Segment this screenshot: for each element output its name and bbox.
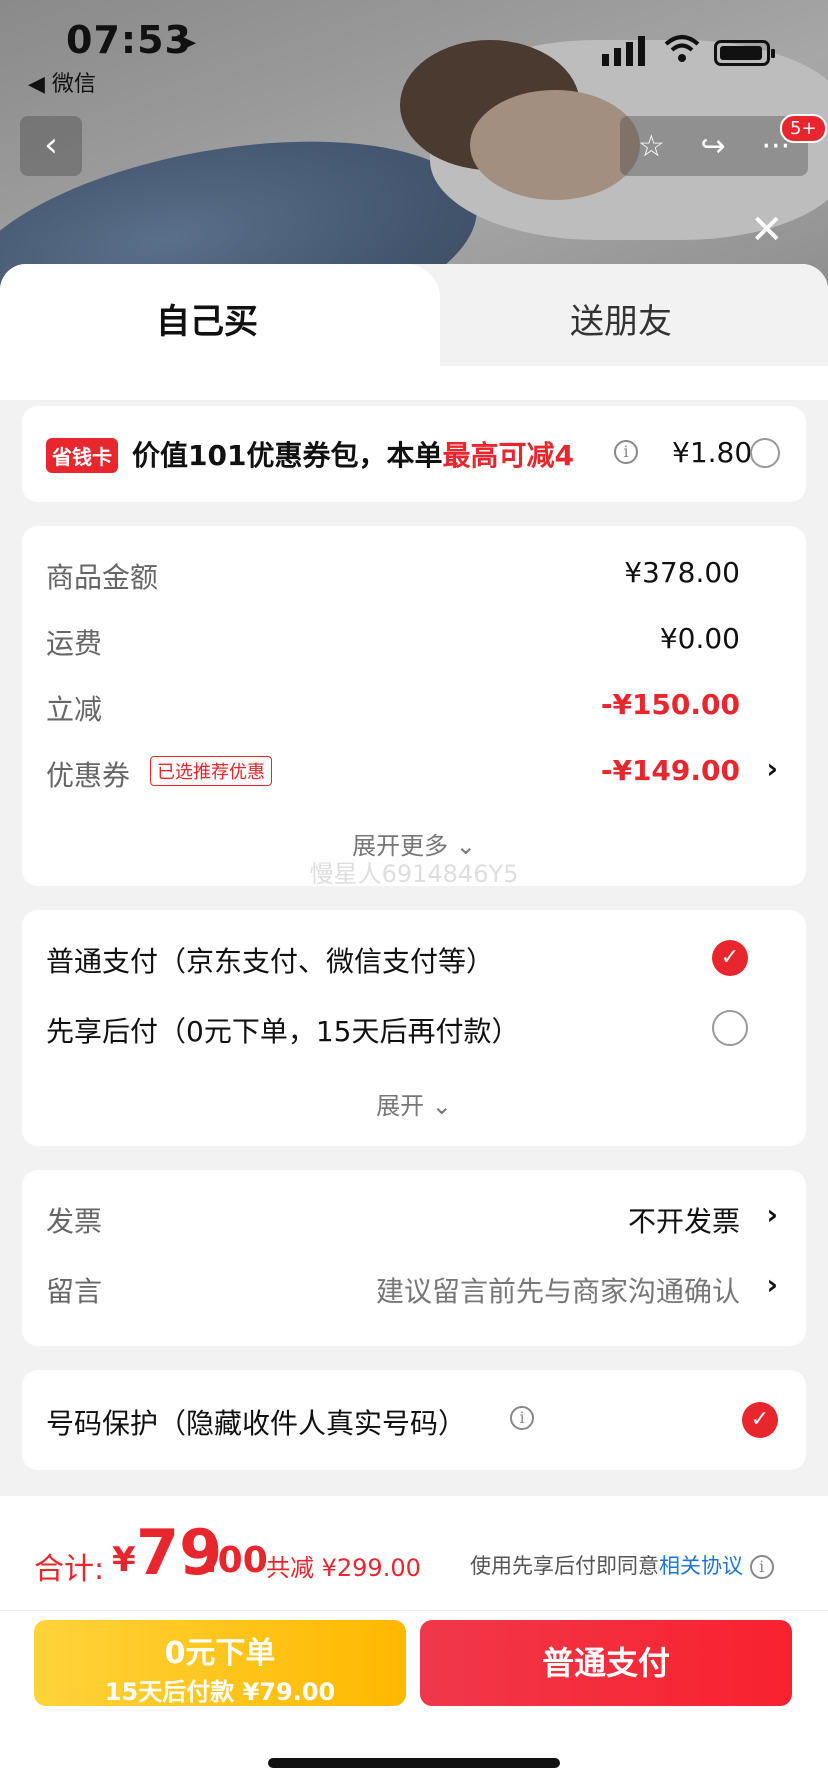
battery-icon	[714, 40, 775, 66]
agreement-text: 使用先享后付即同意相关协议 i	[470, 1550, 774, 1580]
message-input[interactable]: 建议留言前先与商家沟通确认	[376, 1270, 740, 1310]
back-button[interactable]: ‹	[20, 116, 82, 176]
payment-option-normal-check-icon[interactable]: ✓	[712, 940, 748, 976]
zero-down-sublabel: 15天后付款 ¥79.00	[104, 1678, 336, 1706]
info-icon[interactable]: i	[614, 440, 638, 464]
normal-pay-button[interactable]: 普通支付	[420, 1620, 792, 1706]
instant-discount-label: 立减	[46, 693, 103, 726]
goods-amount-label: 商品金额	[46, 561, 159, 594]
payment-method-card: 普通支付（京东支付、微信支付等） ✓ 先享后付（0元下单，15天后再付款） 展开…	[22, 910, 806, 1146]
face-shape	[470, 90, 640, 200]
invoice-label: 发票	[46, 1205, 103, 1238]
tab-self-label: 自己买	[156, 302, 258, 342]
chevron-right-icon[interactable]: ›	[766, 1268, 778, 1301]
coupon-pack-card[interactable]: 省钱卡 价值101优惠券包，本单最高可减4 i ¥1.80	[22, 406, 806, 502]
chevron-down-icon: ⌄	[431, 1092, 452, 1120]
instant-discount-value: -¥150.00	[600, 688, 740, 721]
share-icon[interactable]: ↪	[701, 129, 726, 164]
number-protection-check-icon[interactable]: ✓	[742, 1402, 778, 1438]
invoice-value[interactable]: 不开发票	[628, 1200, 740, 1240]
wifi-icon	[664, 35, 700, 62]
tab-gift-label: 送朋友	[570, 302, 672, 342]
coupon-pack-highlight: 最高可减4	[442, 439, 574, 472]
total-decimal: .00	[204, 1540, 268, 1581]
coupon-pack-radio[interactable]	[750, 438, 780, 468]
checkout-footer: 合计: ¥ 79 .00 共减 ¥299.00 使用先享后付即同意相关协议 i …	[0, 1496, 828, 1792]
coupon-pack-price: ¥1.80	[672, 436, 753, 469]
payment-option-normal[interactable]: 普通支付（京东支付、微信支付等）	[46, 940, 494, 980]
recommended-coupon-tag: 已选推荐优惠	[150, 756, 272, 786]
message-label: 留言	[46, 1275, 103, 1308]
invoice-message-card: 发票 不开发票 › 留言 建议留言前先与商家沟通确认 ›	[22, 1170, 806, 1346]
coupon-pack-prefix: 价值101优惠券包，本单	[132, 439, 443, 472]
total-currency: ¥	[112, 1540, 136, 1580]
payment-option-paylater[interactable]: 先享后付（0元下单，15天后再付款）	[46, 1010, 519, 1050]
agreement-link[interactable]: 相关协议	[659, 1554, 743, 1578]
tab-gift[interactable]: 送朋友	[390, 264, 828, 366]
watermark-text: 慢星人6914846Y5	[309, 860, 519, 888]
message-badge: 5+	[780, 114, 827, 143]
coupon-value[interactable]: -¥149.00	[601, 754, 740, 787]
close-icon[interactable]: ✕	[750, 210, 784, 250]
expand-payment-label: 展开	[376, 1092, 425, 1120]
tab-bar: 送朋友 自己买	[0, 264, 828, 400]
status-bar: 07:53 ➤ ◀ 微信	[0, 0, 828, 100]
zero-down-order-button[interactable]: 0元下单 15天后付款 ¥79.00	[34, 1620, 406, 1706]
shipping-value: ¥0.00	[659, 622, 740, 655]
coupon-pack-text: 价值101优惠券包，本单最高可减4	[132, 434, 574, 474]
number-protection-label: 号码保护（隐藏收件人真实号码）	[46, 1407, 467, 1440]
shipping-label: 运费	[46, 627, 103, 660]
total-saving: 共减 ¥299.00	[266, 1554, 421, 1582]
chevron-left-icon: ‹	[44, 125, 58, 165]
info-icon[interactable]: i	[510, 1406, 534, 1430]
payment-option-paylater-radio[interactable]	[712, 1010, 748, 1046]
zero-down-label: 0元下单	[164, 1636, 276, 1671]
agreement-prefix: 使用先享后付即同意	[470, 1554, 659, 1578]
home-indicator	[268, 1758, 560, 1768]
chevron-right-icon[interactable]: ›	[766, 1198, 778, 1231]
location-arrow-icon: ➤	[174, 26, 198, 59]
chevron-right-icon[interactable]: ›	[766, 752, 778, 785]
back-to-wechat[interactable]: ◀ 微信	[28, 66, 96, 98]
price-breakdown-card: 商品金额 ¥378.00 运费 ¥0.00 立减 -¥150.00 优惠券 已选…	[22, 526, 806, 888]
expand-payment-button[interactable]: 展开 ⌄	[22, 1086, 806, 1121]
star-icon[interactable]: ☆	[638, 129, 665, 164]
saving-card-tag: 省钱卡	[46, 438, 118, 473]
goods-amount-value: ¥378.00	[624, 556, 740, 589]
total-label: 合计:	[34, 1552, 105, 1587]
number-protection-card: 号码保护（隐藏收件人真实号码） i ✓	[22, 1370, 806, 1470]
tab-self[interactable]: 自己买	[0, 264, 440, 400]
info-icon[interactable]: i	[749, 1555, 774, 1579]
coupon-label: 优惠券	[46, 759, 131, 792]
signal-icon	[602, 36, 645, 66]
